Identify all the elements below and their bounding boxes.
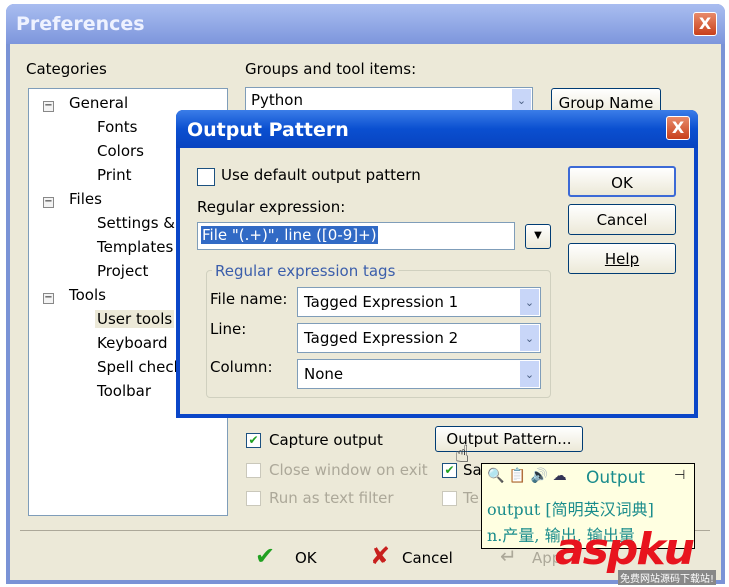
watermark-sub: 免费网站源码下载站! [618,570,717,585]
regex-menu-button[interactable]: ▼ [525,224,551,249]
run-filter-label: Run as text filter [269,489,394,507]
file-name-select[interactable]: Tagged Expression 1 ⌄ [297,287,541,317]
dialog-ok-button[interactable]: OK [568,166,676,197]
regex-input[interactable]: File "(.+)", line ([0-9]+) [197,222,515,250]
cancel-button[interactable]: Cancel [402,549,453,567]
tooltip-line1: output [简明英汉词典] [487,500,654,519]
capture-output-label: Capture output [269,431,383,449]
dialog-close-button[interactable]: X [666,116,690,140]
tree-item[interactable]: Keyboard [95,334,170,352]
watermark-logo: aspku [555,524,695,575]
mouse-cursor-icon: ☝ [455,440,470,468]
dialog-cancel-button[interactable]: Cancel [568,204,676,235]
te-checkbox[interactable] [442,491,457,506]
column-label: Column: [210,358,273,376]
tree-item[interactable]: User tools [95,310,175,328]
dialog-help-button[interactable]: Help [568,243,676,274]
ok-button[interactable]: OK [295,549,317,567]
tree-item[interactable]: Tools [67,286,108,304]
cancel-x-icon: ✘ [370,542,391,570]
pin-icon[interactable]: ⊣ [674,468,685,483]
regex-value: File "(.+)", line ([0-9]+) [201,226,378,244]
tags-group-label: Regular expression tags [212,262,399,280]
file-name-value: Tagged Expression 1 [304,293,459,311]
tree-item[interactable]: Files [67,190,104,208]
dialog-title-bar: Output Pattern X [176,110,698,148]
use-default-checkbox[interactable] [197,168,215,186]
column-value: None [304,365,344,383]
tree-item[interactable]: Spell check [95,358,184,376]
close-window-checkbox[interactable] [246,463,261,478]
line-label: Line: [210,320,247,338]
ok-check-icon: ✔ [255,542,276,570]
close-window-label: Close window on exit [269,461,428,479]
chevron-down-icon: ⌄ [520,289,539,315]
window-title: Preferences [16,13,145,35]
collapse-icon[interactable]: − [43,101,54,112]
use-default-label: Use default output pattern [221,166,421,184]
run-filter-checkbox[interactable] [246,491,261,506]
collapse-icon[interactable]: − [43,293,54,304]
tree-item[interactable]: Print [95,166,134,184]
tree-item[interactable]: General [67,94,130,112]
close-button[interactable]: X [693,12,717,36]
tree-item[interactable]: Colors [95,142,146,160]
file-name-label: File name: [210,290,288,308]
collapse-icon[interactable]: − [43,197,54,208]
tooltip-toolbar-icons[interactable]: 🔍 📋 🔊 ☁ [487,468,567,484]
tooltip-word: Output [586,468,646,488]
tree-item[interactable]: Templates [95,238,175,256]
column-select[interactable]: None ⌄ [297,359,541,389]
groups-label: Groups and tool items: [245,60,417,78]
output-pattern-dialog: Output Pattern X Use default output patt… [176,110,698,418]
groups-value: Python [251,91,303,109]
title-bar: Preferences X [6,4,725,44]
dialog-body: Use default output pattern Regular expre… [180,148,694,414]
categories-label: Categories [26,60,107,78]
line-value: Tagged Expression 2 [304,329,459,347]
chevron-down-icon: ⌄ [512,89,531,111]
line-select[interactable]: Tagged Expression 2 ⌄ [297,323,541,353]
dialog-title: Output Pattern [187,119,349,141]
tree-item[interactable]: Fonts [95,118,139,136]
tree-item[interactable]: Project [95,262,150,280]
te-label: Te [463,489,479,507]
regex-label: Regular expression: [197,198,346,216]
chevron-down-icon: ⌄ [520,325,539,351]
capture-output-checkbox[interactable]: ✔ [246,433,261,448]
chevron-down-icon: ⌄ [520,361,539,387]
tree-item[interactable]: Toolbar [95,382,153,400]
